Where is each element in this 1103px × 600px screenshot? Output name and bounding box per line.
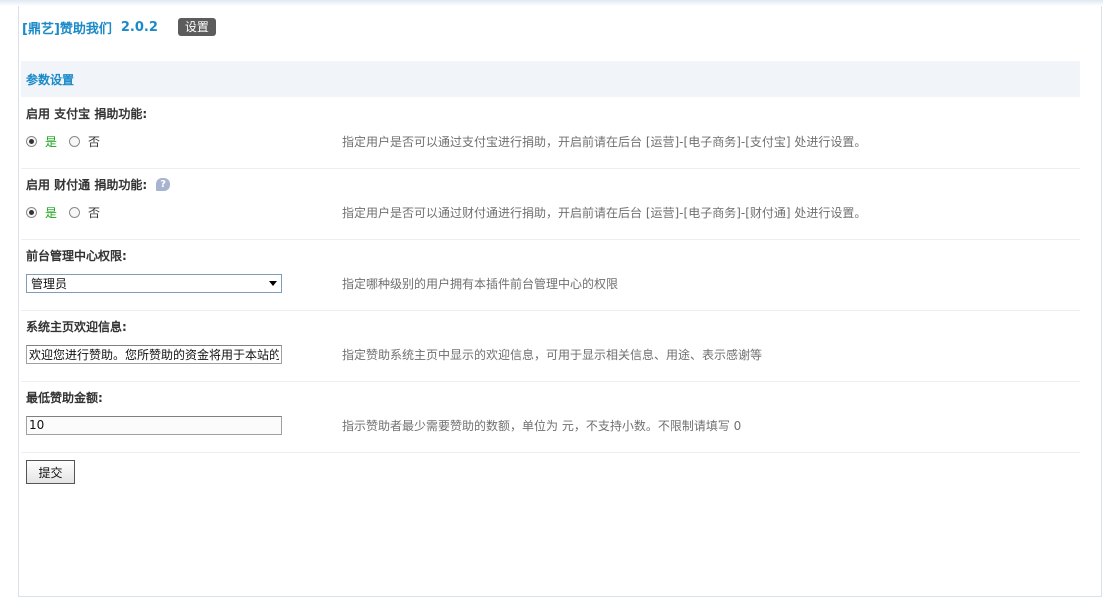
admin-permission-select[interactable]: 管理员 bbox=[26, 273, 282, 293]
radio-no-label: 否 bbox=[88, 205, 101, 220]
setting-row-welcome: 系统主页欢迎信息: 指定赞助系统主页中显示的欢迎信息，可用于显示相关信息、用途、… bbox=[21, 310, 1080, 382]
radio-group-alipay: 是 否 bbox=[26, 130, 112, 152]
radio-tenpay-yes[interactable]: 是 bbox=[26, 204, 57, 221]
radio-no-label: 否 bbox=[88, 134, 101, 149]
setting-hint-alipay: 指定用户是否可以通过支付宝进行捐助，开启前请在后台 [运营]-[电子商务]-[支… bbox=[342, 135, 867, 149]
radio-checked-icon[interactable] bbox=[26, 206, 37, 218]
min-amount-input[interactable] bbox=[26, 415, 282, 435]
radio-unchecked-icon[interactable] bbox=[69, 135, 81, 147]
submit-button[interactable]: 提交 bbox=[26, 460, 75, 484]
admin-permission-control: 管理员 bbox=[26, 272, 282, 294]
setting-hint-welcome: 指定赞助系统主页中显示的欢迎信息，可用于显示相关信息、用途、表示感谢等 bbox=[342, 348, 763, 362]
setting-label-welcome: 系统主页欢迎信息: bbox=[26, 320, 127, 334]
setting-label-alipay: 启用 支付宝 捐助功能: bbox=[26, 107, 148, 121]
setting-row-alipay: 启用 支付宝 捐助功能: 是 否 指定用户是否可以通过支付宝进行捐助，开启前请在… bbox=[21, 97, 1080, 169]
radio-unchecked-icon[interactable] bbox=[69, 206, 81, 218]
radio-alipay-yes[interactable]: 是 bbox=[26, 133, 57, 150]
welcome-control bbox=[26, 343, 282, 365]
setting-row-admin-permission: 前台管理中心权限: 管理员 指定哪种级别的用户拥有本插件前台管理中心的权限 bbox=[21, 239, 1080, 311]
setting-row-tenpay: 启用 财付通 捐助功能: ? 是 否 指定用户是否可以通过财付通进行捐助，开启前… bbox=[21, 168, 1080, 240]
help-icon[interactable]: ? bbox=[156, 178, 171, 191]
welcome-message-input[interactable] bbox=[26, 344, 282, 364]
setting-label-min-amount: 最低赞助金额: bbox=[26, 391, 103, 405]
radio-group-tenpay: 是 否 bbox=[26, 201, 112, 223]
section-header: 参数设置 bbox=[21, 61, 1080, 97]
setting-hint-min-amount: 指示赞助者最少需要赞助的数额，单位为 元，不支持小数。不限制请填写 0 bbox=[342, 419, 742, 433]
radio-yes-label: 是 bbox=[45, 205, 58, 220]
setting-label-tenpay: 启用 财付通 捐助功能: ? bbox=[26, 176, 171, 193]
setting-label-admin-permission: 前台管理中心权限: bbox=[26, 249, 127, 263]
radio-alipay-no[interactable]: 否 bbox=[69, 133, 100, 150]
section-title: 参数设置 bbox=[26, 72, 75, 87]
select-value: 管理员 bbox=[31, 276, 68, 291]
setting-hint-tenpay: 指定用户是否可以通过财付通进行捐助，开启前请在后台 [运营]-[电子商务]-[财… bbox=[342, 206, 867, 220]
chevron-down-icon[interactable] bbox=[269, 280, 277, 286]
setting-row-min-amount: 最低赞助金额: 指示赞助者最少需要赞助的数额，单位为 元，不支持小数。不限制请填… bbox=[21, 381, 1080, 453]
plugin-version: 2.0.2 bbox=[120, 19, 158, 35]
radio-yes-label: 是 bbox=[45, 134, 58, 149]
setting-hint-admin-permission: 指定哪种级别的用户拥有本插件前台管理中心的权限 bbox=[342, 277, 619, 291]
page-header: [鼎艺]赞助我们 2.0.2 设置 bbox=[22, 17, 216, 37]
settings-tab[interactable]: 设置 bbox=[177, 18, 216, 36]
plugin-title: [鼎艺]赞助我们 bbox=[22, 21, 112, 37]
radio-tenpay-no[interactable]: 否 bbox=[69, 204, 100, 221]
radio-checked-icon[interactable] bbox=[26, 135, 37, 147]
min-amount-control bbox=[26, 414, 282, 436]
